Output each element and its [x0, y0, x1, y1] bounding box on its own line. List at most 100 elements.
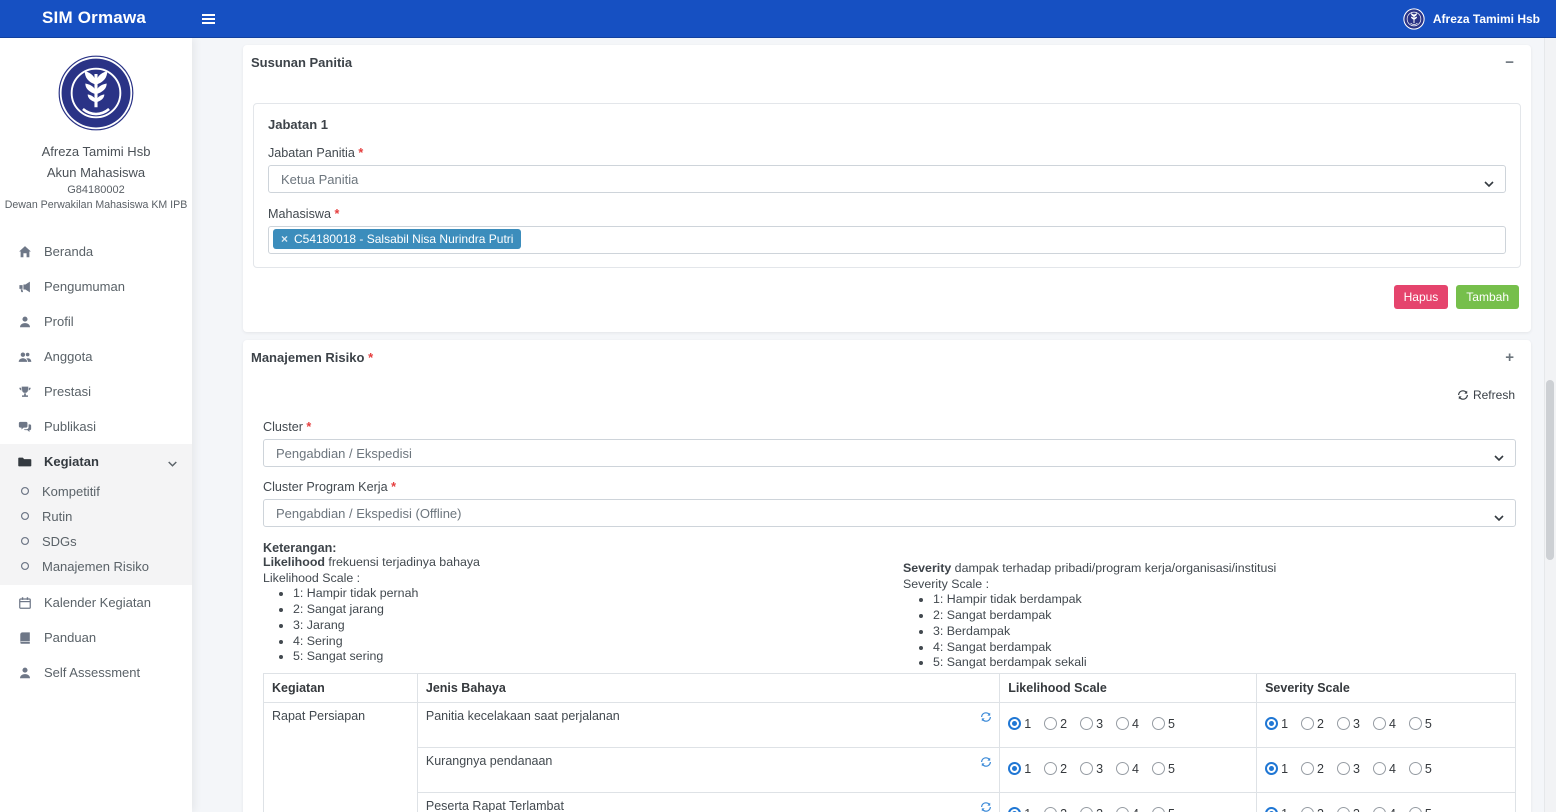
radio-icon[interactable]	[1080, 717, 1094, 731]
mahasiswa-multiselect[interactable]: × C54180018 - Salsabil Nisa Nurindra Put…	[268, 226, 1506, 254]
radio-icon[interactable]	[1044, 762, 1058, 776]
radio-icon[interactable]	[1008, 762, 1022, 776]
row-refresh-icon[interactable]	[980, 711, 992, 723]
row-refresh-icon[interactable]	[980, 756, 992, 768]
sidebar-item-kegiatan[interactable]: Kegiatan	[0, 444, 192, 479]
radio-icon[interactable]	[1265, 717, 1279, 731]
radio-option-2[interactable]: 2	[1301, 717, 1324, 731]
sidebar-item-prestasi[interactable]: Prestasi	[0, 374, 192, 409]
radio-icon[interactable]	[1408, 807, 1422, 812]
radio-option-2[interactable]: 2	[1044, 762, 1067, 776]
sidebar-item-pengumuman[interactable]: Pengumuman	[0, 269, 192, 304]
radio-icon[interactable]	[1265, 807, 1279, 812]
radio-option-2[interactable]: 2	[1301, 807, 1324, 812]
sidebar-item-beranda[interactable]: Beranda	[0, 234, 192, 269]
expand-icon[interactable]: +	[1505, 350, 1514, 365]
radio-option-2[interactable]: 2	[1301, 762, 1324, 776]
sidebar-item-kompetitif[interactable]: Kompetitif	[0, 479, 192, 504]
radio-option-1[interactable]: 1	[1265, 717, 1288, 731]
radio-icon[interactable]	[1301, 717, 1315, 731]
app-brand[interactable]: SIM Ormawa	[42, 8, 146, 28]
radio-icon[interactable]	[1116, 762, 1130, 776]
radio-icon[interactable]	[1044, 717, 1058, 731]
severity-radio-group[interactable]: 1 2 3 4 5	[1265, 762, 1507, 776]
hapus-button[interactable]: Hapus	[1393, 285, 1449, 309]
sidebar-toggle-icon[interactable]	[202, 0, 226, 38]
refresh-link[interactable]: Refresh	[1457, 388, 1515, 402]
radio-option-5[interactable]: 5	[1408, 762, 1432, 776]
likelihood-radio-group[interactable]: 1 2 3 4 5	[1008, 762, 1248, 776]
jabatan-panitia-select[interactable]: Ketua Panitia	[268, 165, 1506, 193]
row-refresh-icon[interactable]	[980, 801, 992, 812]
radio-option-3[interactable]: 3	[1336, 762, 1360, 776]
severity-radio-group[interactable]: 1 2 3 4 5	[1265, 807, 1507, 812]
radio-option-3[interactable]: 3	[1080, 762, 1103, 776]
sidebar-item-panduan[interactable]: Panduan	[0, 620, 192, 655]
radio-option-1[interactable]: 1	[1008, 807, 1031, 812]
radio-option-4[interactable]: 4	[1372, 807, 1396, 812]
radio-icon[interactable]	[1265, 762, 1279, 776]
radio-icon[interactable]	[1301, 762, 1315, 776]
radio-icon[interactable]	[1408, 717, 1422, 731]
radio-option-5[interactable]: 5	[1408, 807, 1432, 812]
radio-icon[interactable]	[1152, 762, 1165, 776]
radio-icon[interactable]	[1372, 717, 1386, 731]
radio-option-3[interactable]: 3	[1336, 807, 1360, 812]
cluster-select[interactable]: Pengabdian / Ekspedisi	[263, 439, 1516, 467]
radio-icon[interactable]	[1336, 807, 1350, 812]
remove-tag-icon[interactable]: ×	[281, 232, 288, 246]
radio-option-4[interactable]: 4	[1116, 717, 1139, 731]
radio-option-5[interactable]: 5	[1408, 717, 1432, 731]
cluster-program-kerja-select[interactable]: Pengabdian / Ekspedisi (Offline)	[263, 499, 1516, 527]
navbar-user-name: Afreza Tamimi Hsb	[1432, 12, 1540, 26]
sidebar-item-manajemen-risiko[interactable]: Manajemen Risiko	[0, 554, 192, 579]
radio-icon[interactable]	[1008, 717, 1022, 731]
tambah-button[interactable]: Tambah	[1456, 285, 1519, 309]
radio-icon[interactable]	[1080, 807, 1094, 812]
radio-icon[interactable]	[1080, 762, 1094, 776]
radio-icon[interactable]	[1008, 807, 1022, 812]
radio-option-4[interactable]: 4	[1372, 717, 1396, 731]
radio-option-4[interactable]: 4	[1116, 807, 1139, 812]
radio-option-4[interactable]: 4	[1372, 762, 1396, 776]
radio-icon[interactable]	[1336, 717, 1350, 731]
radio-option-1[interactable]: 1	[1008, 762, 1031, 776]
radio-icon[interactable]	[1044, 807, 1058, 812]
page-scrollbar[interactable]	[1544, 38, 1556, 812]
radio-label: 2	[1060, 761, 1068, 776]
radio-option-1[interactable]: 1	[1008, 717, 1031, 731]
radio-option-5[interactable]: 5	[1152, 762, 1175, 776]
sidebar-item-publikasi[interactable]: Publikasi	[0, 409, 192, 444]
sidebar-item-kalender-kegiatan[interactable]: Kalender Kegiatan	[0, 585, 192, 620]
radio-icon[interactable]	[1116, 717, 1130, 731]
radio-icon[interactable]	[1152, 807, 1165, 812]
sidebar-item-rutin[interactable]: Rutin	[0, 504, 192, 529]
radio-option-1[interactable]: 1	[1265, 762, 1288, 776]
sidebar-item-anggota[interactable]: Anggota	[0, 339, 192, 374]
sidebar-item-self-assessment[interactable]: Self Assessment	[0, 655, 192, 690]
likelihood-radio-group[interactable]: 1 2 3 4 5	[1008, 807, 1248, 812]
radio-option-4[interactable]: 4	[1116, 762, 1139, 776]
severity-radio-group[interactable]: 1 2 3 4 5	[1265, 717, 1507, 731]
radio-option-3[interactable]: 3	[1080, 717, 1103, 731]
radio-icon[interactable]	[1372, 807, 1386, 812]
radio-option-5[interactable]: 5	[1152, 807, 1175, 812]
likelihood-radio-group[interactable]: 1 2 3 4 5	[1008, 717, 1248, 731]
radio-icon[interactable]	[1408, 762, 1422, 776]
sidebar-item-sdgs[interactable]: SDGs	[0, 529, 192, 554]
radio-icon[interactable]	[1336, 762, 1350, 776]
radio-option-3[interactable]: 3	[1336, 717, 1360, 731]
radio-option-2[interactable]: 2	[1044, 807, 1067, 812]
sidebar-item-profil[interactable]: Profil	[0, 304, 192, 339]
radio-option-5[interactable]: 5	[1152, 717, 1175, 731]
radio-option-3[interactable]: 3	[1080, 807, 1103, 812]
radio-icon[interactable]	[1152, 717, 1165, 731]
radio-option-2[interactable]: 2	[1044, 717, 1067, 731]
radio-icon[interactable]	[1301, 807, 1315, 812]
radio-icon[interactable]	[1372, 762, 1386, 776]
radio-icon[interactable]	[1116, 807, 1130, 812]
navbar-user[interactable]: Afreza Tamimi Hsb	[1403, 0, 1540, 38]
scrollbar-thumb[interactable]	[1546, 380, 1554, 560]
radio-option-1[interactable]: 1	[1265, 807, 1288, 812]
collapse-icon[interactable]: −	[1505, 55, 1514, 70]
